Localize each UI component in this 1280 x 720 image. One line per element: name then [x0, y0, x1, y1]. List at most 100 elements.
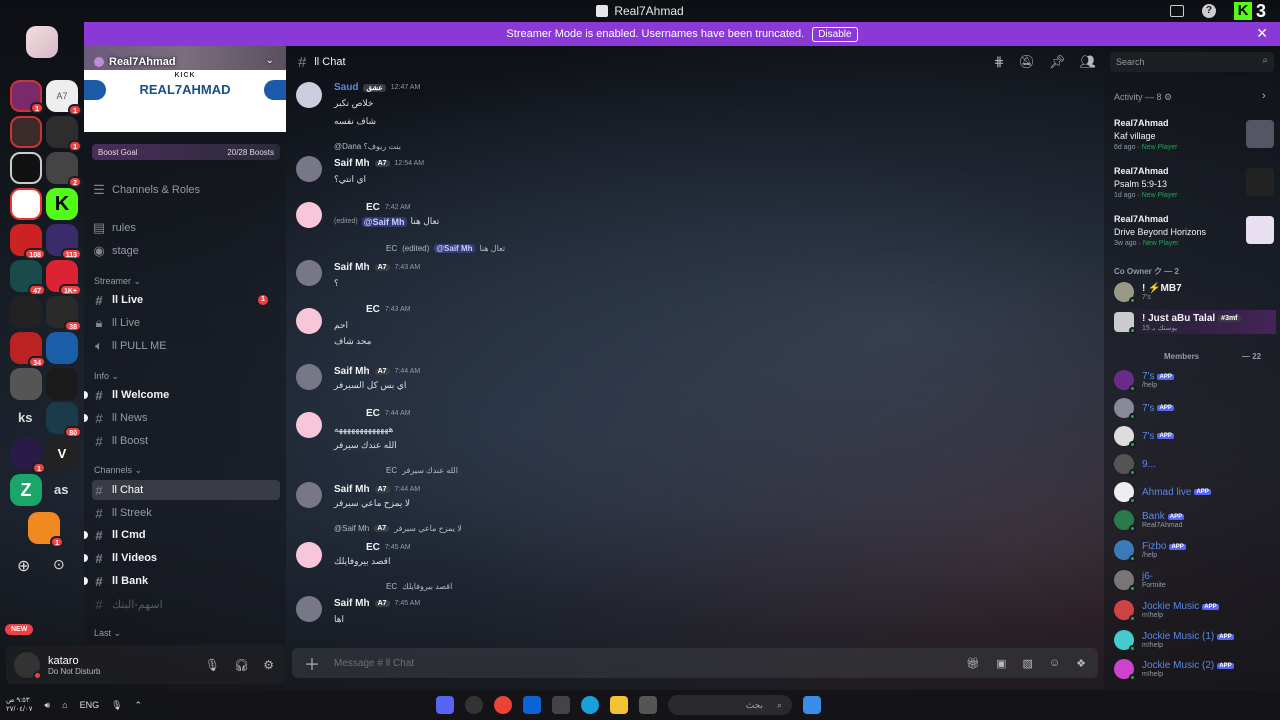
channel-live[interactable]: # ll Live 1: [92, 290, 280, 310]
network-icon[interactable]: ⌂: [62, 700, 67, 710]
server-icon[interactable]: 38: [46, 296, 82, 332]
gear-icon[interactable]: ⚙: [263, 658, 274, 672]
server-icon[interactable]: 1: [10, 438, 46, 474]
server-header[interactable]: Real7Ahmad ⌄ KICK REAL7AHMAD: [84, 46, 286, 132]
server-icon[interactable]: 1K+: [46, 260, 82, 296]
channels-roles-link[interactable]: ☰ Channels & Roles: [92, 180, 280, 200]
chevron-down-icon[interactable]: ⌄: [266, 55, 274, 66]
emoji-icon[interactable]: ☺: [1049, 657, 1060, 670]
inbox-icon[interactable]: [1169, 5, 1184, 17]
server-icon[interactable]: V: [46, 438, 78, 470]
server-icon[interactable]: [10, 296, 42, 328]
server-icon[interactable]: 80: [46, 402, 82, 438]
edge-taskbar-icon[interactable]: [581, 696, 599, 714]
server-ks[interactable]: ks: [18, 410, 32, 425]
headphones-icon[interactable]: 🎧︎: [234, 658, 249, 672]
server-icon[interactable]: 2: [46, 152, 82, 188]
channel-arabic[interactable]: # اسهم-البنك: [92, 594, 280, 614]
channel-live-locked[interactable]: 🔒︎ ll Live: [92, 313, 280, 333]
gif-icon[interactable]: ▣: [996, 657, 1006, 670]
category-channels[interactable]: Channels ⌄: [94, 465, 142, 476]
mic-icon[interactable]: 🎙︎: [111, 700, 122, 711]
volume-icon[interactable]: 🔊︎: [44, 700, 50, 711]
member-row[interactable]: Fizbo APP/help: [1114, 538, 1276, 562]
member-list-icon[interactable]: 👥︎: [1079, 54, 1096, 70]
server-icon[interactable]: A7 1: [46, 80, 82, 116]
obs-taskbar-icon[interactable]: [465, 696, 483, 714]
server-icon[interactable]: [10, 368, 42, 400]
activity-header[interactable]: Activity — 8 ⚙ ›: [1114, 90, 1266, 103]
threads-icon[interactable]: ⋕: [994, 54, 1005, 70]
channel-chat[interactable]: # ll Chat: [92, 480, 280, 500]
server-icon[interactable]: 47: [10, 260, 46, 296]
server-icon[interactable]: 108: [10, 224, 46, 260]
taskbar-search[interactable]: بحث ⌕: [668, 695, 792, 715]
add-server-icon[interactable]: ⊕: [17, 556, 30, 576]
member-row[interactable]: 7's APP: [1114, 396, 1276, 420]
chrome-taskbar-icon[interactable]: [494, 696, 512, 714]
outlook-taskbar-icon[interactable]: [523, 696, 541, 714]
channel-boost[interactable]: # ll Boost: [92, 431, 280, 451]
category-info[interactable]: Info ⌄: [94, 371, 119, 382]
server-as[interactable]: as: [54, 482, 68, 497]
apps-icon[interactable]: ❖: [1076, 657, 1086, 670]
member-row[interactable]: Jockie Music APP m!help: [1114, 598, 1276, 622]
attach-plus-icon[interactable]: ＋: [304, 651, 320, 675]
windows-start-icon[interactable]: [803, 696, 821, 714]
notification-bell-icon[interactable]: 🔕︎: [1018, 54, 1035, 70]
member-row[interactable]: Bank APP Real7Ahmad: [1114, 508, 1276, 532]
channel-news[interactable]: # ll News: [84, 408, 280, 428]
channel-welcome[interactable]: # ll Welcome: [84, 385, 280, 405]
clock[interactable]: ٩:٥٣ ص ٢٧/٠٤/٠٧: [6, 696, 32, 714]
gift-icon[interactable]: 🎁︎: [966, 657, 980, 670]
message-input[interactable]: ＋ Message # ll Chat 🎁︎ ▣ ▧ ☺ ❖: [292, 648, 1098, 678]
home-button[interactable]: [26, 26, 58, 58]
chevron-up-icon[interactable]: ⌃: [135, 700, 143, 711]
channel-cmd[interactable]: # ll Cmd: [84, 525, 280, 545]
member-row[interactable]: ! Just aBu Talal #3mf يوستك بـ 15: [1114, 310, 1276, 334]
language-indicator[interactable]: ENG: [80, 700, 100, 710]
member-row[interactable]: 9...: [1114, 452, 1276, 476]
member-row[interactable]: Jockie Music (2) APP m!help: [1114, 657, 1276, 681]
category-streamer[interactable]: Streamer ⌄: [94, 276, 141, 287]
server-icon[interactable]: 113: [46, 224, 82, 260]
activity-item[interactable]: Real7Ahmad Psalm 5:9-13 1d ago · New Pla…: [1114, 166, 1274, 199]
search-input[interactable]: Search ⌕: [1110, 52, 1274, 72]
channel-bank[interactable]: # ll Bank: [84, 571, 280, 591]
discord-taskbar-icon[interactable]: [436, 696, 454, 714]
avatar[interactable]: [14, 652, 42, 680]
member-row[interactable]: Ahmad live APP: [1114, 480, 1276, 504]
task-view-icon[interactable]: [639, 696, 657, 714]
member-row[interactable]: ! ⚡MB7 7's: [1114, 280, 1276, 304]
discover-icon[interactable]: ⊙: [53, 556, 65, 573]
channel-videos[interactable]: # ll Videos: [84, 548, 280, 568]
server-icon[interactable]: [10, 116, 42, 148]
channel-stage[interactable]: ◉ stage: [92, 241, 280, 261]
member-row[interactable]: Jockie Music (1) APP m!help: [1114, 628, 1276, 652]
server-icon[interactable]: [10, 188, 42, 220]
boost-goal-bar[interactable]: Boost Goal 20/28 Boosts: [92, 144, 280, 160]
server-icon[interactable]: 34: [10, 332, 46, 368]
server-icon[interactable]: Z: [10, 474, 42, 506]
channel-rules[interactable]: ▤ rules: [92, 218, 280, 238]
member-row[interactable]: 7's APP/help: [1114, 368, 1276, 392]
activity-item[interactable]: Real7Ahmad Kaf village 6d ago · New Play…: [1114, 118, 1274, 151]
member-row[interactable]: j6- Fortnite: [1114, 568, 1276, 592]
server-icon[interactable]: 1: [10, 80, 44, 114]
file-explorer-icon[interactable]: [610, 696, 628, 714]
kick-server-icon[interactable]: K: [46, 188, 78, 220]
disable-button[interactable]: Disable: [812, 26, 858, 42]
channel-streek[interactable]: # ll Streek: [92, 503, 280, 523]
close-icon[interactable]: ✕: [1256, 25, 1268, 42]
microphone-icon[interactable]: 🎙︎: [205, 658, 220, 672]
member-row[interactable]: 7's APP: [1114, 424, 1276, 448]
voice-channel-pull-me[interactable]: 🔈︎ ll PULL ME: [92, 336, 280, 356]
activity-item[interactable]: Real7Ahmad Drive Beyond Horizons 3w ago …: [1114, 214, 1274, 247]
server-icon[interactable]: 1: [28, 512, 64, 548]
sticker-icon[interactable]: ▧: [1022, 657, 1032, 670]
category-last[interactable]: Last ⌄: [94, 628, 121, 639]
server-icon[interactable]: [46, 368, 78, 400]
pin-icon[interactable]: 📌︎: [1049, 54, 1066, 70]
server-icon[interactable]: 1: [46, 116, 82, 152]
server-icon[interactable]: [10, 152, 42, 184]
